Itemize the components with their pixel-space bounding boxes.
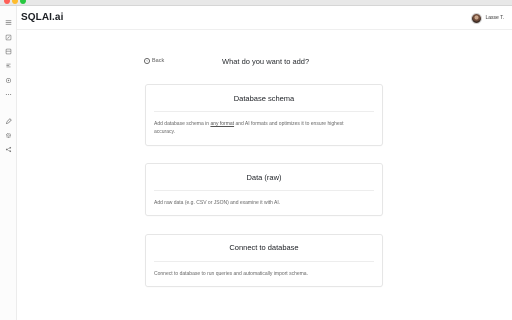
- minimize-window-button[interactable]: [12, 0, 18, 4]
- edit-icon[interactable]: [4, 33, 13, 42]
- app-logo[interactable]: SQLAI.ai: [21, 12, 63, 23]
- user-name: Lasse T.: [485, 15, 504, 21]
- option-card-data-raw[interactable]: Data (raw) Add raw data (e.g. CSV or JSO…: [145, 163, 383, 216]
- any-format-link[interactable]: any format: [210, 121, 234, 127]
- option-card-database-schema[interactable]: Database schema Add database schema in a…: [145, 84, 383, 146]
- pen-icon[interactable]: [4, 117, 13, 126]
- more-icon[interactable]: [4, 90, 13, 99]
- option-title: Data (raw): [246, 173, 282, 182]
- avatar[interactable]: [471, 12, 483, 24]
- back-label: Back: [152, 58, 165, 64]
- close-window-button[interactable]: [4, 0, 10, 4]
- page-title: What do you want to add?: [222, 57, 310, 66]
- option-description: Add database schema in any format and AI…: [154, 120, 364, 136]
- back-button[interactable]: ‹ Back: [144, 58, 164, 64]
- card-divider: [154, 190, 374, 191]
- sidebar: [0, 6, 17, 320]
- back-arrow-icon: ‹: [144, 58, 150, 64]
- database-icon[interactable]: [4, 47, 13, 56]
- settings-icon[interactable]: [4, 76, 13, 85]
- list-icon[interactable]: [4, 61, 13, 70]
- hamburger-menu-icon[interactable]: [4, 18, 13, 27]
- option-title: Connect to database: [229, 243, 299, 252]
- option-description: Connect to database to run queries and a…: [154, 271, 308, 277]
- card-divider: [154, 261, 374, 262]
- option-title: Database schema: [233, 94, 295, 103]
- maximize-window-button[interactable]: [20, 0, 26, 4]
- description-text: Add database schema in: [154, 121, 211, 127]
- top-header: SQLAI.ai Lasse T.: [17, 6, 512, 30]
- user-menu[interactable]: Lasse T.: [471, 12, 504, 24]
- card-divider: [154, 111, 374, 112]
- option-description: Add raw data (e.g. CSV or JSON) and exam…: [154, 200, 281, 206]
- option-card-connect-database[interactable]: Connect to database Connect to database …: [145, 234, 383, 287]
- share-icon[interactable]: [4, 145, 13, 154]
- gear-icon[interactable]: [4, 131, 13, 140]
